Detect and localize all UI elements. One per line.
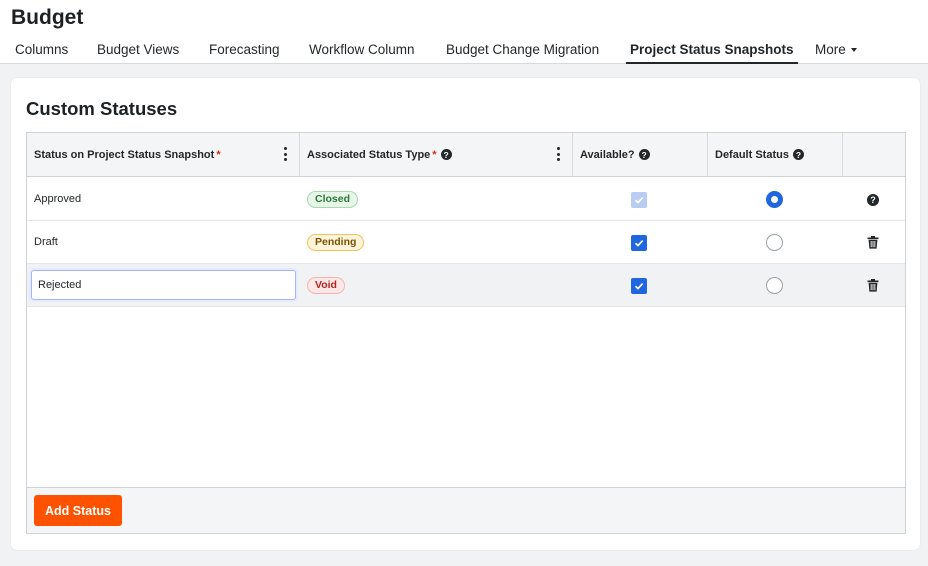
default-status-radio[interactable] — [766, 191, 783, 208]
column-header-available: Available?? — [573, 133, 707, 176]
tab-columns[interactable]: Columns — [15, 36, 68, 64]
checkmark-icon — [634, 240, 644, 247]
checkmark-icon — [634, 197, 644, 204]
help-icon[interactable]: ? — [440, 149, 452, 160]
custom-statuses-card: Custom Statuses Status on Project Status… — [11, 78, 920, 550]
help-icon[interactable]: ? — [867, 193, 879, 206]
statuses-table: Status on Project Status Snapshot * Assoc… — [26, 132, 906, 534]
required-marker: * — [216, 148, 221, 161]
column-header-type-label: Associated Status Type — [307, 148, 431, 161]
status-name-input[interactable] — [31, 270, 296, 300]
caret-down-icon — [850, 48, 857, 53]
table-row[interactable]: Approved Closed ? — [27, 178, 905, 221]
column-header-available-label: Available? — [580, 148, 635, 161]
column-header-status: Status on Project Status Snapshot * — [27, 133, 299, 176]
default-status-radio[interactable] — [766, 234, 783, 251]
status-name[interactable]: Approved — [34, 178, 81, 221]
tab-budget-change-migration[interactable]: Budget Change Migration — [446, 36, 599, 64]
tab-more[interactable]: More — [815, 36, 857, 64]
available-checkbox[interactable] — [631, 278, 647, 294]
checkmark-icon — [634, 283, 644, 290]
column-menu-icon[interactable] — [556, 147, 560, 161]
tab-workflow-column[interactable]: Workflow Column — [309, 36, 415, 64]
column-header-type: Associated Status Type *? — [300, 133, 572, 176]
add-status-button[interactable]: Add Status — [34, 495, 122, 526]
help-icon[interactable]: ? — [792, 149, 804, 160]
trash-icon[interactable] — [867, 279, 879, 292]
available-checkbox — [631, 192, 647, 208]
column-header-default: Default Status? — [708, 133, 842, 176]
column-header-status-label: Status on Project Status Snapshot — [34, 148, 215, 161]
table-row[interactable]: Void — [27, 264, 905, 307]
top-header: Budget Columns Budget Views Forecasting … — [0, 0, 928, 64]
help-icon[interactable]: ? — [638, 149, 650, 160]
column-header-default-label: Default Status — [715, 148, 789, 161]
app-title: Budget — [11, 6, 84, 29]
tab-forecasting[interactable]: Forecasting — [209, 36, 280, 64]
table-footer: Add Status — [27, 487, 905, 533]
tab-budget-views[interactable]: Budget Views — [97, 36, 179, 64]
available-checkbox[interactable] — [631, 235, 647, 251]
status-type-badge[interactable]: Pending — [307, 234, 365, 251]
required-marker: * — [432, 148, 437, 161]
status-type-badge[interactable]: Void — [307, 277, 345, 294]
status-type-badge[interactable]: Closed — [307, 191, 359, 208]
tab-project-status-snapshots[interactable]: Project Status Snapshots — [626, 36, 798, 64]
column-menu-icon[interactable] — [283, 147, 287, 161]
tab-more-label: More — [815, 42, 846, 57]
section-title: Custom Statuses — [26, 98, 178, 119]
trash-icon[interactable] — [867, 236, 879, 249]
column-divider[interactable] — [842, 133, 843, 176]
default-status-radio[interactable] — [766, 277, 783, 294]
table-header: Status on Project Status Snapshot * Assoc… — [27, 133, 905, 177]
table-row[interactable]: Draft Pending — [27, 221, 905, 264]
status-name[interactable]: Draft — [34, 221, 58, 264]
